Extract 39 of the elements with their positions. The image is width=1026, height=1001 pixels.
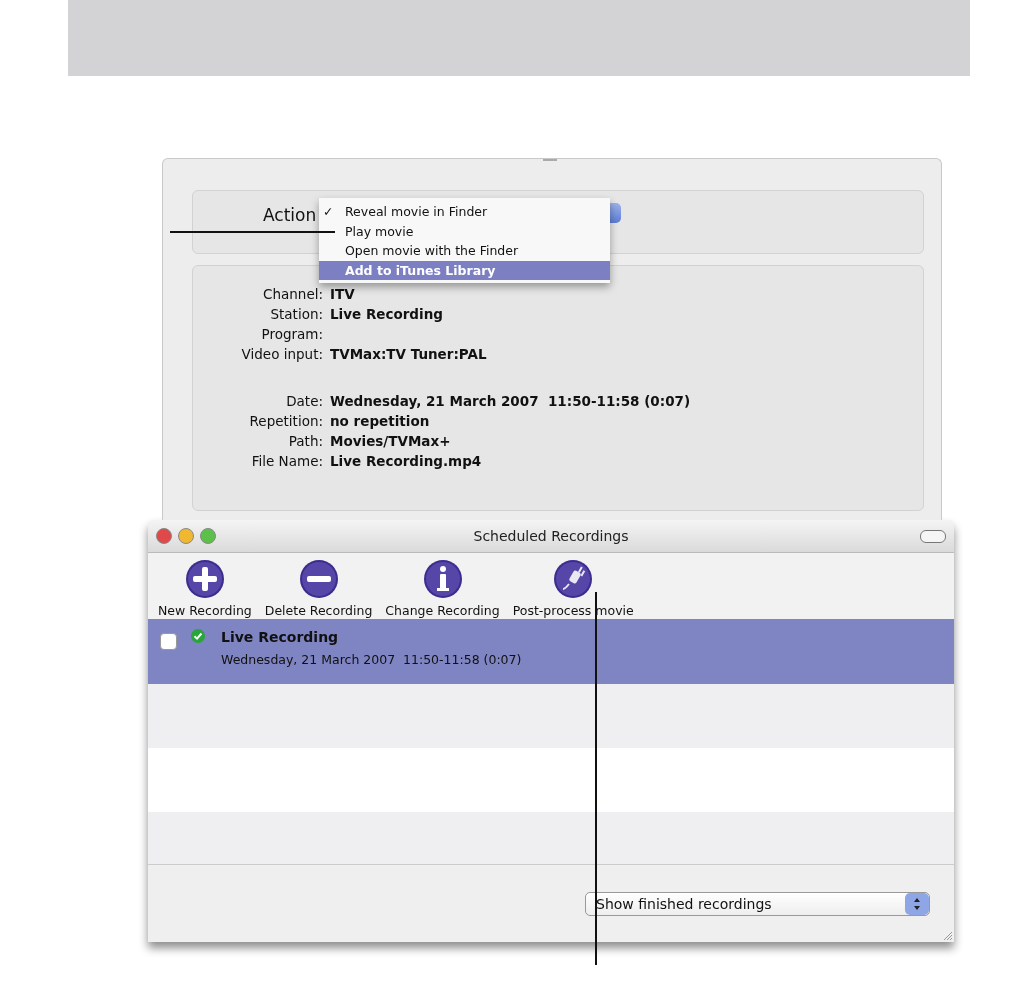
toolbar-toggle-button[interactable] [920, 529, 946, 543]
field-label: Path: [287, 433, 324, 449]
filter-dropdown[interactable]: Show finished recordings [585, 891, 930, 916]
field-value: Live Recording.mp4 [330, 453, 482, 469]
field-value: no repetition [330, 413, 430, 429]
menu-item[interactable]: Add to iTunes Library [319, 260, 610, 280]
toolbar-button[interactable]: New Recording [158, 559, 252, 619]
plug-icon [553, 559, 594, 599]
menu-item[interactable]: Play movie [319, 221, 610, 241]
info-icon [422, 559, 463, 599]
recording-title: Live Recording [221, 629, 340, 645]
window-title: Scheduled Recordings [473, 528, 629, 544]
checkbox[interactable] [160, 633, 177, 650]
field-label: Repetition: [248, 413, 324, 429]
zoom-button[interactable] [200, 528, 216, 544]
toolbar-button[interactable]: Change Recording [385, 559, 500, 619]
dropdown-arrows-icon [905, 892, 929, 915]
menu-item[interactable]: Open movie with the Finder [319, 241, 610, 261]
resize-grip-icon [942, 930, 952, 940]
field-label: Program: [260, 326, 324, 342]
field-value: TVMax:TV Tuner:PAL [330, 346, 487, 362]
minimize-button[interactable] [178, 528, 194, 544]
field-value: ITV [330, 286, 355, 302]
field-label: Station: [269, 306, 324, 322]
minus-icon [298, 559, 339, 599]
recording-row[interactable]: Live Recording Wednesday, 21 March 2007 11:50-11:58 (0:07) [148, 619, 954, 684]
field-label: File Name: [250, 453, 324, 469]
action-label: Action [263, 205, 317, 225]
field-label: Date: [285, 393, 324, 409]
plus-icon [184, 559, 225, 599]
menu-item[interactable]: ✓ Reveal movie in Finder [319, 202, 610, 222]
close-button[interactable] [156, 528, 172, 544]
recording-time: Wednesday, 21 March 2007 11:50-11:58 (0:07) [221, 652, 522, 667]
field-value: Wednesday, 21 March 2007 11:50-11:58 (0:07) [330, 393, 691, 409]
field-value: Live Recording [330, 306, 443, 322]
field-value: Movies/TVMax+ [330, 433, 451, 449]
toolbar-button[interactable]: Delete Recording [264, 559, 373, 619]
field-label: Video input: [240, 346, 324, 362]
field-label: Channel: [262, 286, 324, 302]
